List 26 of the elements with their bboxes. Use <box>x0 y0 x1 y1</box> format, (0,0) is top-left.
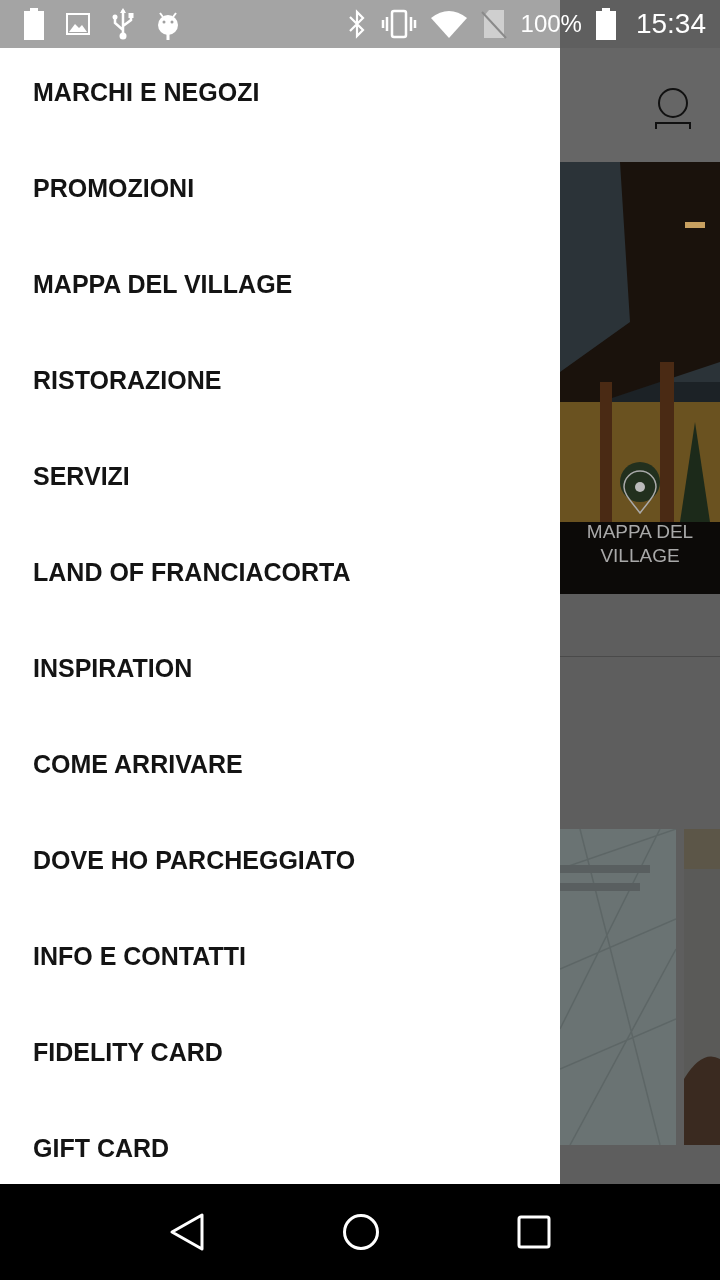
bluetooth-icon <box>346 9 367 39</box>
battery-icon <box>595 8 616 40</box>
home-icon[interactable] <box>342 1213 380 1251</box>
menu-item[interactable]: INFO E CONTATTI <box>0 908 560 1004</box>
map-pin-icon[interactable] <box>622 470 658 514</box>
menu-item[interactable]: LAND OF FRANCIACORTA <box>0 524 560 620</box>
battery-icon <box>24 8 44 40</box>
wifi-icon <box>430 10 467 38</box>
image-icon <box>66 13 90 35</box>
back-icon[interactable] <box>168 1212 205 1252</box>
menu-item[interactable]: MAPPA DEL VILLAGE <box>0 236 560 332</box>
menu-item[interactable]: INSPIRATION <box>0 620 560 716</box>
usb-icon <box>112 8 134 40</box>
menu-item[interactable]: COME ARRIVARE <box>0 716 560 812</box>
recents-icon[interactable] <box>517 1215 552 1249</box>
clock: 15:34 <box>635 8 706 40</box>
menu-item[interactable]: SERVIZI <box>0 428 560 524</box>
menu-item[interactable]: PROMOZIONI <box>0 140 560 236</box>
menu-item[interactable]: RISTORAZIONE <box>0 332 560 428</box>
menu-item[interactable]: DOVE HO PARCHEGGIATO <box>0 812 560 908</box>
vibrate-icon <box>380 9 417 39</box>
user-icon[interactable] <box>654 88 692 130</box>
menu-item[interactable]: GIFT CARD <box>0 1100 560 1184</box>
no-sim-icon <box>480 9 507 39</box>
menu-item[interactable]: FIDELITY CARD <box>0 1004 560 1100</box>
menu-item[interactable]: MARCHI E NEGOZI <box>0 44 560 140</box>
